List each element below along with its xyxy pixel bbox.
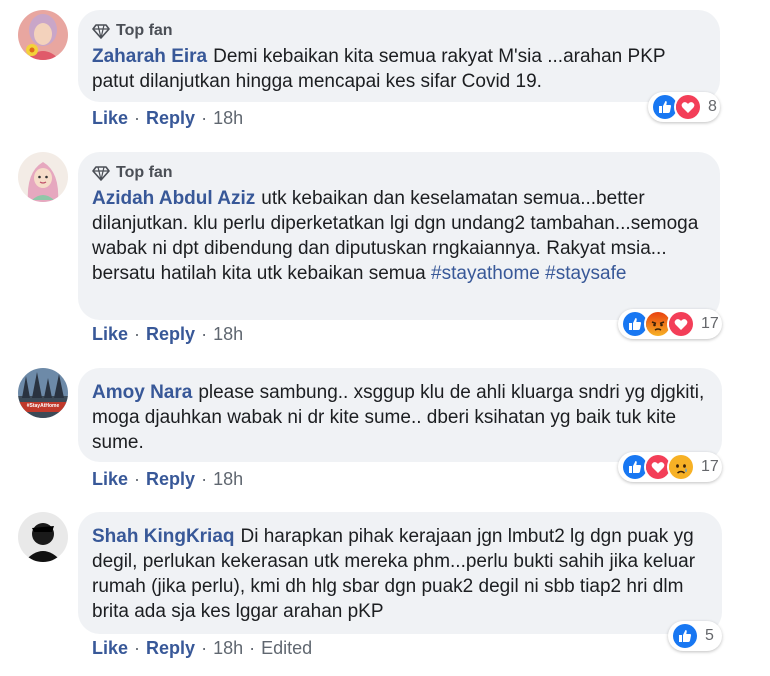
love-icon	[667, 310, 695, 338]
like-link[interactable]: Like	[92, 638, 128, 659]
comment-bubble: Top fan Azidah Abdul Aziz utk kebaikan da…	[78, 152, 720, 320]
badge-label: Top fan	[116, 164, 173, 181]
timestamp[interactable]: 18h	[213, 108, 243, 129]
comment-actions: Like · Reply · 18h	[92, 108, 243, 129]
avatar[interactable]: #StayAtHome	[18, 368, 68, 418]
separator: ·	[201, 469, 208, 489]
comment-text: Shah KingKriaq Di harapkan pihak kerajaan…	[92, 524, 706, 624]
like-link[interactable]: Like	[92, 108, 128, 129]
separator: ·	[134, 324, 141, 344]
flower-avatar-icon	[18, 10, 68, 60]
avatar[interactable]	[18, 512, 68, 562]
like-icon	[671, 622, 699, 650]
comment-bubble: Top fan Zaharah Eira Demi kebaikan kita s…	[78, 10, 720, 102]
reaction-summary[interactable]: 17	[618, 452, 722, 482]
reply-link[interactable]: Reply	[146, 324, 195, 345]
comment-text: Azidah Abdul Aziz utk kebaikan dan kesela…	[92, 186, 704, 286]
comment-actions: Like · Reply · 18h	[92, 324, 243, 345]
comment-author[interactable]: Shah KingKriaq	[92, 526, 235, 547]
diamond-icon	[92, 166, 110, 181]
separator: ·	[201, 638, 208, 658]
avatar[interactable]	[18, 152, 68, 202]
hashtag-link[interactable]: #staysafe	[545, 263, 626, 284]
reaction-count: 17	[701, 315, 719, 332]
edited-label[interactable]: Edited	[261, 638, 312, 659]
like-link[interactable]: Like	[92, 469, 128, 490]
comment-bubble: Shah KingKriaq Di harapkan pihak kerajaan…	[78, 512, 722, 634]
comment-actions: Like · Reply · 18h · Edited	[92, 638, 312, 659]
comment-actions: Like · Reply · 18h	[92, 469, 243, 490]
timestamp[interactable]: 18h	[213, 324, 243, 345]
reply-link[interactable]: Reply	[146, 638, 195, 659]
comment-author[interactable]: Azidah Abdul Aziz	[92, 188, 255, 209]
hashtag-link[interactable]: #stayathome	[431, 263, 540, 284]
diamond-icon	[92, 24, 110, 39]
forest-avatar-icon	[18, 368, 68, 418]
comment-author[interactable]: Zaharah Eira	[92, 46, 207, 67]
separator: ·	[201, 108, 208, 128]
comment-text: Zaharah Eira Demi kebaikan kita semua rak…	[92, 44, 704, 94]
timestamp[interactable]: 18h	[213, 469, 243, 490]
separator: ·	[249, 638, 256, 658]
comment-bubble: Amoy Nara please sambung.. xsggup klu de …	[78, 368, 722, 462]
hijab-avatar-icon	[18, 152, 68, 202]
reaction-summary[interactable]: 8	[648, 92, 720, 122]
sad-icon	[667, 453, 695, 481]
comment-text: Amoy Nara please sambung.. xsggup klu de …	[92, 380, 706, 455]
badge-label: Top fan	[116, 22, 173, 39]
separator: ·	[134, 108, 141, 128]
comment-author[interactable]: Amoy Nara	[92, 382, 192, 403]
reaction-summary[interactable]: 17	[618, 309, 722, 339]
avatar[interactable]	[18, 10, 68, 60]
top-fan-badge: Top fan	[92, 162, 704, 184]
reaction-count: 8	[708, 98, 717, 115]
person-avatar-icon	[18, 512, 68, 562]
reaction-count: 5	[705, 627, 714, 644]
reply-link[interactable]: Reply	[146, 108, 195, 129]
like-link[interactable]: Like	[92, 324, 128, 345]
separator: ·	[201, 324, 208, 344]
reaction-count: 17	[701, 458, 719, 475]
timestamp[interactable]: 18h	[213, 638, 243, 659]
separator: ·	[134, 469, 141, 489]
top-fan-badge: Top fan	[92, 20, 704, 42]
reaction-summary[interactable]: 5	[668, 621, 722, 651]
reply-link[interactable]: Reply	[146, 469, 195, 490]
separator: ·	[134, 638, 141, 658]
love-icon	[674, 93, 702, 121]
avatar-caption: #StayAtHome	[26, 403, 60, 409]
